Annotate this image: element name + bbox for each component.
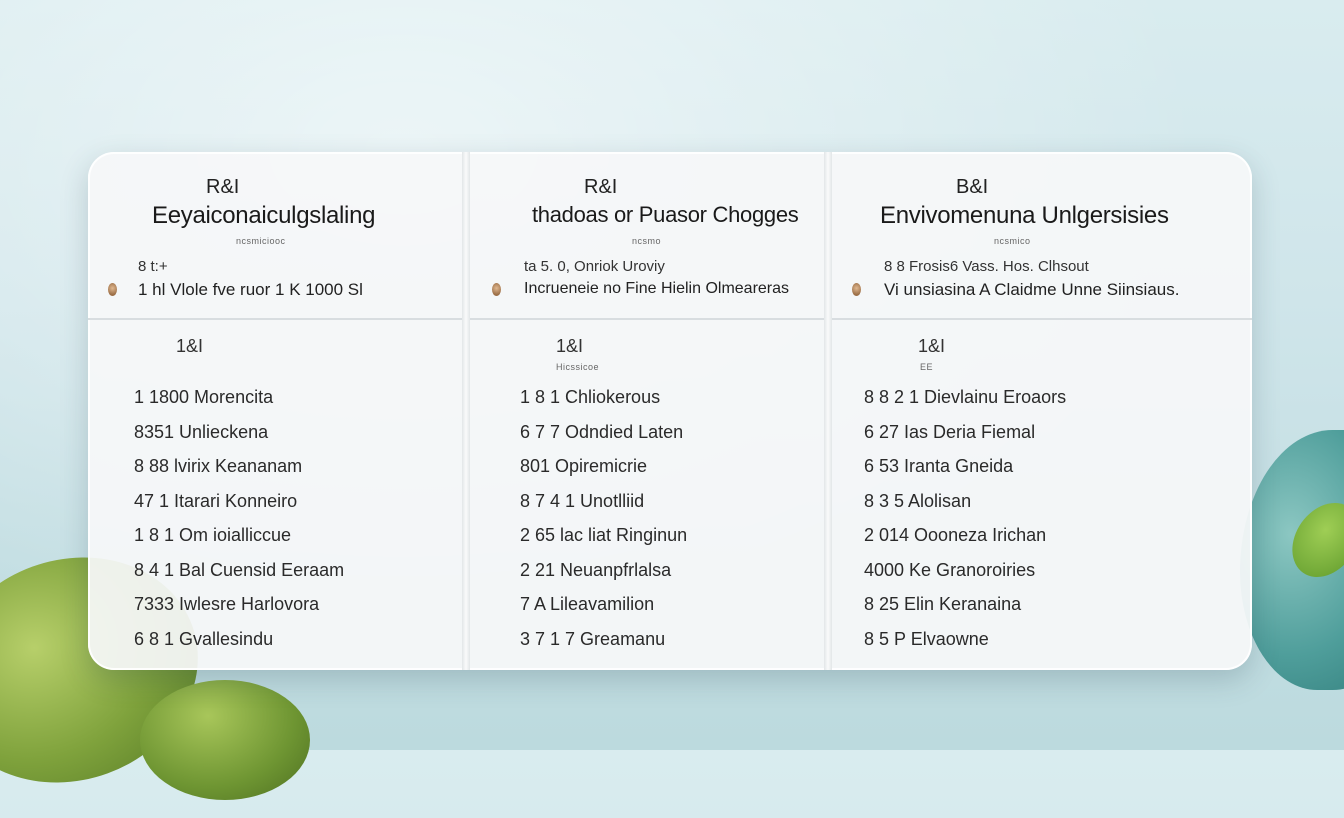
column-subtitle: ncsmo	[632, 236, 662, 246]
column-tag: R&I	[584, 176, 618, 198]
list-item: 1 1800 Morencita	[134, 387, 274, 407]
section-subtitle: EE	[920, 362, 934, 372]
list-item: 2 014 Oooneza Irichan	[864, 525, 1047, 545]
list-item: 8 7 4 1 Unotlliid	[520, 490, 645, 511]
column-meta-top: ta 5. 0, Onriok Uroviy	[524, 258, 665, 275]
comparison-panel: R&I Eeyaiconaiculgslaling ncsmiciooc 8 t…	[88, 152, 1252, 670]
bullet-icon	[852, 283, 861, 296]
column-meta-top: 8 8 Frosis6 Vass. Hos. Clhsout	[884, 258, 1089, 275]
column-tag: R&I	[206, 176, 240, 198]
list-item: 8 3 5 Alolisan	[864, 490, 972, 511]
list-item: 8351 Unlieckena	[134, 421, 269, 442]
row-list: 1 8 1 Chliokerous 6 7 7 Odndied Laten 80…	[520, 380, 687, 656]
list-item: 8 88 lvirix Keananam	[134, 456, 303, 476]
list-item: 1 8 1 Chliokerous	[520, 387, 661, 407]
list-item: 8 8 2 1 Dievlainu Eroaors	[864, 387, 1067, 407]
list-item: 2 21 Neuanpfrlalsa	[520, 559, 672, 580]
list-item: 8 4 1 Bal Cuensid Eeraam	[134, 559, 345, 580]
section-label: 1&I	[556, 336, 584, 356]
column-1: R&I Eeyaiconaiculgslaling ncsmiciooc 8 t…	[88, 152, 462, 670]
column-divider	[462, 152, 470, 670]
list-item: 6 27 Ias Deria Fiemal	[864, 421, 1036, 442]
column-meta-main: Vi unsiasina A Claidme Unne Siinsiaus.	[884, 280, 1180, 299]
list-item: 3 7 1 7 Greamanu	[520, 628, 666, 649]
list-item: 8 5 P Elvaowne	[864, 628, 989, 649]
list-item: 6 8 1 Gvallesindu	[134, 628, 274, 649]
section-label: 1&I	[176, 336, 204, 356]
list-item: 7 A Lileavamilion	[520, 594, 655, 614]
list-item: 8 25 Elin Keranaina	[864, 594, 1022, 614]
list-item: 1 8 1 Om ioialliccue	[134, 525, 292, 545]
column-meta-main: Incrueneie no Fine Hielin Olmeareras	[524, 280, 790, 297]
column-meta-top: 8 t:+	[138, 258, 168, 275]
list-item: 4000 Ke Granoroiries	[864, 559, 1036, 580]
bullet-icon	[108, 283, 117, 296]
column-subtitle: ncsmico	[994, 236, 1031, 246]
column-subtitle: ncsmiciooc	[236, 236, 286, 246]
bullet-icon	[492, 283, 501, 296]
list-item: 6 53 Iranta Gneida	[864, 456, 1014, 476]
column-tag: B&I	[956, 176, 989, 198]
column-divider	[824, 152, 832, 670]
column-title: thadoas or Puasor Chogges	[532, 202, 799, 227]
column-2: R&I thadoas or Puasor Chogges ncsmo ta 5…	[470, 152, 824, 670]
column-3: B&I Envivomenuna Unlgersisies ncsmico 8 …	[832, 152, 1252, 670]
section-label: 1&I	[918, 336, 946, 356]
column-meta-main: 1 hl Vlole fve ruor 1 K 1000 Sl	[138, 280, 363, 299]
row-list: 8 8 2 1 Dievlainu Eroaors 6 27 Ias Deria…	[864, 380, 1066, 656]
list-item: 47 1 Itarari Konneiro	[134, 490, 298, 511]
list-item: 801 Opiremicrie	[520, 456, 648, 476]
list-item: 6 7 7 Odndied Laten	[520, 421, 684, 442]
column-title: Envivomenuna Unlgersisies	[880, 202, 1169, 229]
section-subtitle: Hicssicoe	[556, 362, 600, 372]
leaf-decoration-bottom	[140, 680, 310, 800]
list-item: 2 65 lac liat Ringinun	[520, 525, 688, 545]
list-item: 7333 Iwlesre Harlovora	[134, 594, 320, 614]
row-list: 1 1800 Morencita 8351 Unlieckena 8 88 lv…	[134, 380, 344, 656]
column-title: Eeyaiconaiculgslaling	[152, 202, 376, 229]
